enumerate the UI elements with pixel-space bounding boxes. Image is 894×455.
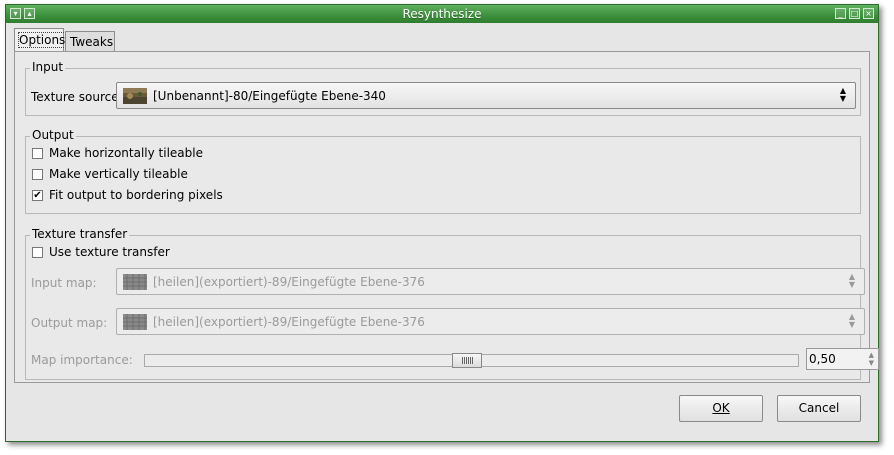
checkbox-box[interactable] [32,168,43,180]
use-texture-transfer-label: Use texture transfer [49,245,170,259]
map-thumbnail-icon [123,274,147,290]
options-panel: Input Texture source: [Unbenannt]-80/Ein… [14,51,879,383]
checkmark-icon: ✔ [33,189,42,201]
texture-thumbnail-icon [123,88,147,104]
output-map-value: [heilen](exportiert)-89/Eingefügte Ebene… [153,315,425,329]
output-map-label: Output map: [31,316,108,330]
input-map-label: Input map: [31,276,97,290]
minimize-icon[interactable]: _ [835,8,846,19]
map-importance-spinbox[interactable]: ▲▼ [806,348,879,370]
output-map-combo[interactable]: [heilen](exportiert)-89/Eingefügte Ebene… [116,308,865,335]
vertical-tileable-checkbox[interactable]: Make vertically tileable [32,166,188,182]
maximize-icon[interactable]: □ [849,8,860,19]
spin-arrows-icon[interactable]: ▲ ▼ [869,351,874,367]
window-title: Resynthesize [402,7,482,21]
input-map-value: [heilen](exportiert)-89/Eingefügte Ebene… [153,275,425,289]
combo-arrows-icon: ▲ ▼ [848,312,856,329]
ok-button[interactable]: OK [679,395,763,422]
tab-tweaks[interactable]: Tweaks [65,31,115,51]
tab-options-label: Options [17,32,67,48]
tab-options[interactable]: Options [14,28,67,52]
checkbox-box[interactable] [32,246,43,258]
cancel-button-label: Cancel [798,401,840,415]
output-group-legend: Output [30,128,76,142]
texture-source-value: [Unbenannt]-80/Eingefügte Ebene-340 [153,89,386,103]
map-importance-label: Map importance: [31,353,133,367]
texture-source-combo[interactable]: [Unbenannt]-80/Eingefügte Ebene-340 ▲ ▼ [116,82,856,109]
texture-transfer-group: Texture transfer Use texture transfer In… [25,227,879,380]
input-map-combo[interactable]: [heilen](exportiert)-89/Eingefügte Ebene… [116,268,865,295]
map-importance-slider[interactable] [144,353,799,368]
input-group-legend: Input [30,60,66,74]
map-importance-input[interactable] [809,351,859,367]
combo-arrows-icon: ▲ ▼ [848,272,856,289]
use-texture-transfer-checkbox[interactable]: Use texture transfer [32,244,170,260]
combo-arrows-icon: ▲ ▼ [839,86,847,103]
horizontal-tileable-checkbox[interactable]: Make horizontally tileable [32,145,203,161]
grip-icon [462,357,473,364]
tab-tweaks-label: Tweaks [70,35,114,49]
input-group: Input Texture source: [Unbenannt]-80/Ein… [25,60,861,116]
slider-handle[interactable] [452,353,482,368]
texture-source-label: Texture source: [31,90,123,104]
checkbox-box[interactable] [32,147,43,159]
fit-output-label: Fit output to bordering pixels [49,188,223,202]
resynthesize-dialog: ▾ ▴ Resynthesize _ □ × Options Tweaks In… [5,4,879,442]
map-thumbnail-icon [123,314,147,330]
vertical-tileable-label: Make vertically tileable [49,167,188,181]
close-icon[interactable]: × [863,8,874,19]
ok-button-label: OK [712,401,730,415]
title-bar[interactable]: ▾ ▴ Resynthesize _ □ × [6,5,878,23]
cancel-button[interactable]: Cancel [777,395,861,422]
output-group: Output Make horizontally tileable Make v… [25,128,861,214]
checkbox-box[interactable]: ✔ [32,189,43,201]
fit-output-checkbox[interactable]: ✔ Fit output to bordering pixels [32,187,223,203]
texture-transfer-legend: Texture transfer [30,227,130,241]
horizontal-tileable-label: Make horizontally tileable [49,146,203,160]
